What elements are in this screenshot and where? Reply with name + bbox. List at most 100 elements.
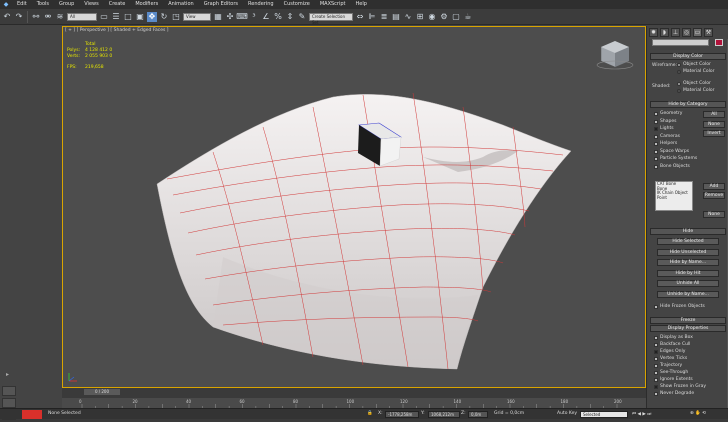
hide-unselected-button[interactable]: Hide Unselected — [657, 248, 719, 256]
hide-by-name-button[interactable]: Hide by Name... — [657, 259, 719, 266]
object-name-field[interactable] — [652, 39, 709, 46]
unhide-by-name-button[interactable]: Unhide by Name... — [657, 290, 719, 298]
perspective-viewport[interactable]: [ + ] [ Perspective ] [ Shaded + Edged F… — [62, 26, 646, 388]
hide-by-hit-button[interactable]: Hide by Hit — [657, 269, 719, 277]
edit-named-sets-icon[interactable]: ✎ — [297, 12, 307, 22]
angle-snap-icon[interactable]: ∠ — [261, 12, 271, 22]
app-logo-icon[interactable]: ◆ — [0, 0, 12, 9]
prop-vertex-ticks-checkbox[interactable] — [654, 357, 658, 361]
named-selection-dropdown[interactable]: Create Selection Set — [309, 12, 353, 25]
category-list-item[interactable]: Point — [656, 195, 692, 201]
frame-counter[interactable]: 0 / 200 — [84, 389, 120, 395]
hide-all-button[interactable]: All — [703, 111, 725, 118]
x-coord-field[interactable]: -1778,258m — [385, 411, 419, 418]
menu-graph-editors[interactable]: Graph Editors — [199, 0, 243, 9]
lock-icon[interactable]: 🔒 — [367, 411, 373, 416]
unhide-all-button[interactable]: Unhide All — [657, 280, 719, 287]
pivot-center-icon[interactable]: ▦ — [213, 12, 223, 22]
link-icon[interactable]: ⚯ — [31, 12, 41, 22]
hide-invert-button[interactable]: Invert — [703, 130, 725, 137]
curve-editor-icon[interactable]: ∿ — [403, 12, 413, 22]
menu-rendering[interactable]: Rendering — [243, 0, 279, 9]
prop-backface-cull-checkbox[interactable] — [654, 343, 658, 347]
category-shapes-checkbox[interactable] — [654, 119, 658, 124]
hide-frozen-checkbox[interactable] — [654, 305, 658, 309]
shaded-material-color-radio[interactable] — [677, 89, 681, 93]
track-bar[interactable]: 0 20 40 60 80 100 120 140 160 180 200 — [62, 398, 646, 408]
playback-controls[interactable]: ⏮ ◀ ▶ ⏭ — [632, 411, 651, 417]
scroll-arrow-icon[interactable]: ▸ — [6, 371, 9, 378]
shaded-object-color-radio[interactable] — [677, 82, 681, 86]
select-manipulate-icon[interactable]: ✣ — [225, 12, 235, 22]
category-helpers-checkbox[interactable] — [654, 142, 658, 146]
hide-none-button[interactable]: None — [703, 121, 725, 128]
keyboard-shortcut-icon[interactable]: ⌨ — [236, 12, 248, 22]
category-none-button[interactable]: None — [703, 211, 725, 218]
select-move-icon[interactable]: ✥ — [147, 11, 157, 22]
menu-views[interactable]: Views — [79, 0, 103, 9]
menu-group[interactable]: Group — [54, 0, 79, 9]
hide-selected-button[interactable]: Hide Selected — [657, 238, 719, 245]
hierarchy-tab-icon[interactable]: ⊥ — [671, 28, 680, 37]
modify-tab-icon[interactable]: ◗ — [660, 28, 669, 37]
undo-icon[interactable]: ↶ — [2, 12, 12, 22]
wireframe-material-color-radio[interactable] — [677, 70, 681, 74]
menu-modifiers[interactable]: Modifiers — [130, 0, 163, 9]
category-geometry-checkbox[interactable] — [654, 112, 658, 116]
schematic-view-icon[interactable]: ⊞ — [415, 12, 425, 22]
wireframe-object-color-radio[interactable] — [677, 63, 681, 67]
menu-edit[interactable]: Edit — [12, 0, 32, 9]
viewport-label[interactable]: [ + ] [ Perspective ] [ Shaded + Edged F… — [65, 28, 169, 33]
prop-display-as-box-checkbox[interactable] — [654, 336, 658, 340]
redo-icon[interactable]: ↷ — [14, 12, 24, 22]
rendered-frame-icon[interactable]: ▢ — [451, 12, 461, 22]
render-setup-icon[interactable]: ⚙ — [439, 12, 449, 22]
motion-tab-icon[interactable]: ◎ — [682, 28, 691, 37]
prop-show-frozen-in-gray-checkbox[interactable] — [654, 385, 658, 389]
category-bone-objects-checkbox[interactable] — [654, 164, 658, 169]
category-particle-systems-checkbox[interactable] — [654, 157, 658, 161]
rollout-hide-by-category[interactable]: Hide by Category — [650, 101, 726, 108]
prop-edges-only-checkbox[interactable] — [654, 350, 658, 354]
prop-ignore-extents-checkbox[interactable] — [654, 378, 658, 382]
prop-never-degrade-checkbox[interactable] — [654, 392, 658, 396]
graphite-tools-icon[interactable]: ▤ — [391, 12, 401, 22]
select-object-icon[interactable]: ▭ — [99, 12, 109, 22]
category-space-warps-checkbox[interactable] — [654, 149, 658, 154]
rollout-display-properties[interactable]: Display Properties — [650, 325, 726, 332]
menu-customize[interactable]: Customize — [279, 0, 315, 9]
prop-trajectory-checkbox[interactable] — [654, 364, 658, 368]
spinner-snap-icon[interactable]: ⇕ — [285, 12, 295, 22]
key-filter-dropdown[interactable]: Selected — [580, 411, 628, 418]
viewcube-icon[interactable] — [596, 40, 634, 70]
bind-spacewarp-icon[interactable]: ≋ — [55, 12, 65, 22]
rollout-freeze[interactable]: Freeze — [650, 317, 726, 324]
maxscript-listener-button[interactable] — [22, 410, 42, 419]
left-tool-button[interactable] — [2, 398, 16, 408]
percent-snap-icon[interactable]: % — [273, 12, 283, 22]
object-color-swatch[interactable] — [715, 39, 723, 46]
viewport-nav-icons[interactable]: ⊕ ✋ ⟲ — [690, 411, 706, 416]
category-listbox[interactable]: CAT Bone Bone IK Chain Object Point — [655, 181, 693, 211]
y-coord-field[interactable]: 1068,212m — [428, 411, 460, 418]
rollout-hide[interactable]: Hide — [650, 228, 726, 235]
category-cameras-checkbox[interactable] — [654, 134, 658, 139]
category-add-button[interactable]: Add — [703, 183, 725, 190]
mirror-icon[interactable]: ⇔ — [355, 12, 365, 22]
unlink-icon[interactable]: ⚮ — [43, 12, 53, 22]
auto-key-button[interactable]: Auto Key — [557, 411, 577, 416]
layer-manager-icon[interactable]: ≣ — [379, 12, 389, 22]
snap-toggle-icon[interactable]: ³ — [249, 12, 259, 22]
selection-region-icon[interactable]: □ — [123, 12, 133, 22]
left-tool-button[interactable] — [2, 386, 16, 396]
menu-help[interactable]: Help — [351, 0, 372, 9]
display-tab-icon[interactable]: ▭ — [693, 28, 702, 37]
ref-coord-dropdown[interactable]: View — [183, 12, 211, 21]
select-by-name-icon[interactable]: ☰ — [111, 12, 121, 22]
menu-tools[interactable]: Tools — [32, 0, 54, 9]
z-coord-field[interactable]: 0,0m — [468, 411, 488, 418]
time-slider[interactable]: 0 / 200 — [62, 388, 646, 398]
category-lights-checkbox[interactable] — [654, 127, 658, 131]
select-scale-icon[interactable]: ◳ — [171, 12, 181, 22]
render-production-icon[interactable]: ☕ — [463, 12, 473, 22]
